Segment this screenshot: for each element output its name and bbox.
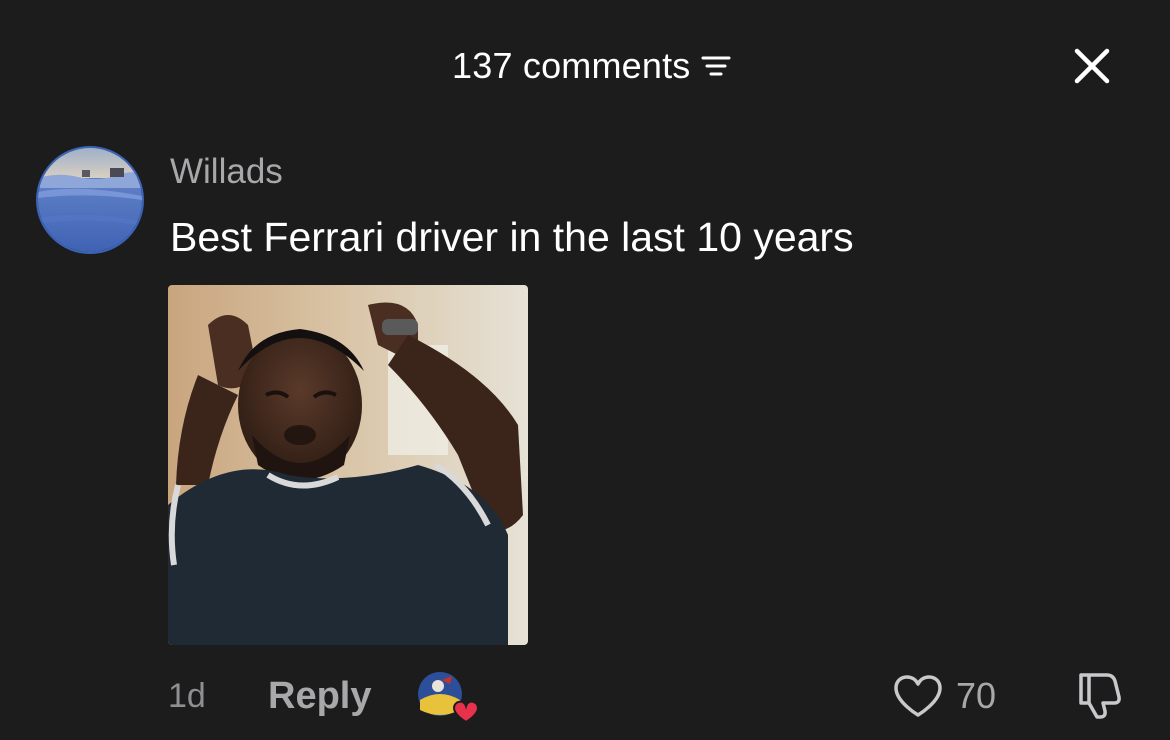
close-button[interactable]	[1068, 42, 1116, 90]
comment-count-title: 137 comments	[452, 45, 691, 86]
avatar-image	[38, 148, 142, 252]
like-count: 70	[956, 675, 997, 716]
comments-header: 137 comments	[0, 36, 1170, 96]
comment-timestamp: 1d	[168, 677, 206, 715]
sort-comments-control[interactable]: 137 comments	[452, 36, 731, 96]
thumbs-down-icon[interactable]	[1073, 669, 1125, 721]
comment-text: Best Ferrari driver in the last 10 years	[170, 214, 854, 260]
creator-avatar-icon	[418, 672, 480, 724]
reply-button[interactable]: Reply	[268, 672, 371, 720]
heart-icon[interactable]	[892, 673, 944, 719]
dislike-button[interactable]	[1070, 666, 1128, 724]
comment-gif-attachment[interactable]	[168, 285, 528, 645]
like-button[interactable]	[890, 668, 946, 724]
sort-icon[interactable]	[701, 51, 731, 81]
comments-sheet: 137 comments Willads Best Ferrari driver…	[0, 0, 1170, 740]
avatar[interactable]	[36, 146, 144, 254]
close-icon[interactable]	[1072, 46, 1112, 86]
crying-man-gif	[168, 285, 528, 645]
comment-username[interactable]: Willads	[170, 150, 283, 194]
creator-liked-badge	[416, 670, 480, 724]
